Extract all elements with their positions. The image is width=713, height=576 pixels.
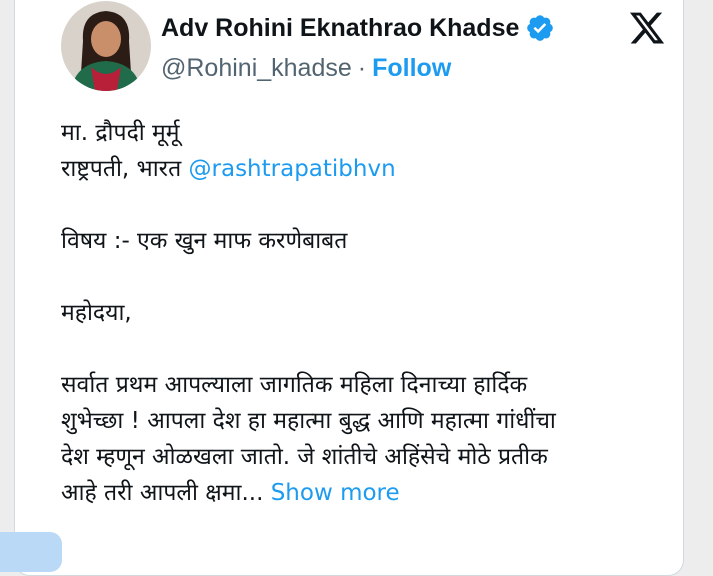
- tweet-card: Adv Rohini Eknathrao Khadse @Rohini_khad…: [14, 0, 684, 576]
- mention-link[interactable]: @rashtrapatibhvn: [189, 156, 396, 182]
- avatar[interactable]: [61, 1, 151, 91]
- tweet-body: मा. द्रौपदी मूर्मू राष्ट्रपती, भारत @ras…: [61, 115, 681, 511]
- subject-line: विषय :- एक खुन माफ करणेबाबत: [61, 228, 348, 254]
- separator-dot: ·: [357, 54, 367, 82]
- author-handle[interactable]: @Rohini_khadse: [161, 54, 352, 82]
- x-logo-icon[interactable]: [627, 9, 667, 47]
- body-line: शुभेच्छा ! आपला देश हा महात्मा बुद्ध आणि…: [61, 408, 556, 434]
- follow-button[interactable]: Follow: [372, 54, 451, 82]
- show-more-link[interactable]: Show more: [271, 480, 400, 506]
- author-name[interactable]: Adv Rohini Eknathrao Khadse: [161, 14, 519, 43]
- verified-badge-icon: [527, 15, 554, 41]
- body-line: देश म्हणून ओळखला जातो. जे शांतीचे अहिंसे…: [61, 444, 548, 470]
- body-line: आहे तरी आपली क्षमा... Show more: [61, 475, 681, 511]
- body-line: राष्ट्रपती, भारत @rashtrapatibhvn: [61, 151, 681, 187]
- body-line: सर्वात प्रथम आपल्याला जागतिक महिला दिनाच…: [61, 372, 528, 398]
- salutation-line: महोदया,: [61, 300, 132, 326]
- body-text-truncated: आहे तरी आपली क्षमा...: [61, 480, 271, 506]
- body-text-prefix: राष्ट्रपती, भारत: [61, 156, 189, 182]
- author-name-row: Adv Rohini Eknathrao Khadse: [161, 13, 555, 43]
- author-handle-row: @Rohini_khadse · Follow: [161, 54, 451, 83]
- body-line: मा. द्रौपदी मूर्मू: [61, 120, 180, 146]
- corner-tab: [0, 532, 62, 572]
- avatar-photo: [61, 1, 151, 91]
